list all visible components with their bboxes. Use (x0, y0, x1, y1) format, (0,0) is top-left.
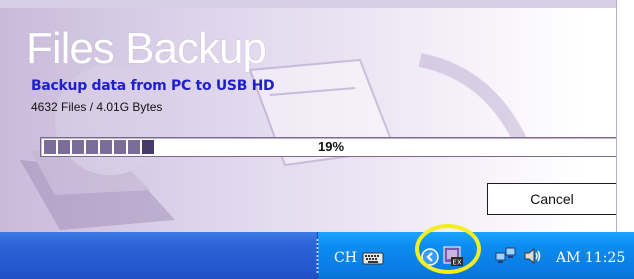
window-top-edge (0, 0, 616, 8)
keyboard-icon[interactable] (362, 250, 384, 271)
language-indicator[interactable]: CH (334, 250, 357, 266)
speaker-icon[interactable] (522, 246, 544, 271)
tray-grip[interactable] (316, 238, 319, 274)
highlight-circle (415, 224, 481, 274)
backup-progress-bar: 19% (40, 137, 616, 157)
network-icon[interactable] (495, 246, 517, 271)
taskbar: CH EX AM 11:25 (0, 232, 634, 279)
taskbar-clock[interactable]: AM 11:25 (556, 250, 625, 266)
cancel-button[interactable]: Cancel (487, 183, 616, 215)
file-count-label: 4632 Files / 4.01G Bytes (31, 100, 163, 114)
app-title: Files Backup (26, 24, 267, 73)
files-backup-dialog: Files Backup Backup data from PC to USB … (0, 0, 617, 232)
backup-subtitle: Backup data from PC to USB HD (31, 78, 275, 94)
progress-percent: 19% (317, 139, 345, 154)
